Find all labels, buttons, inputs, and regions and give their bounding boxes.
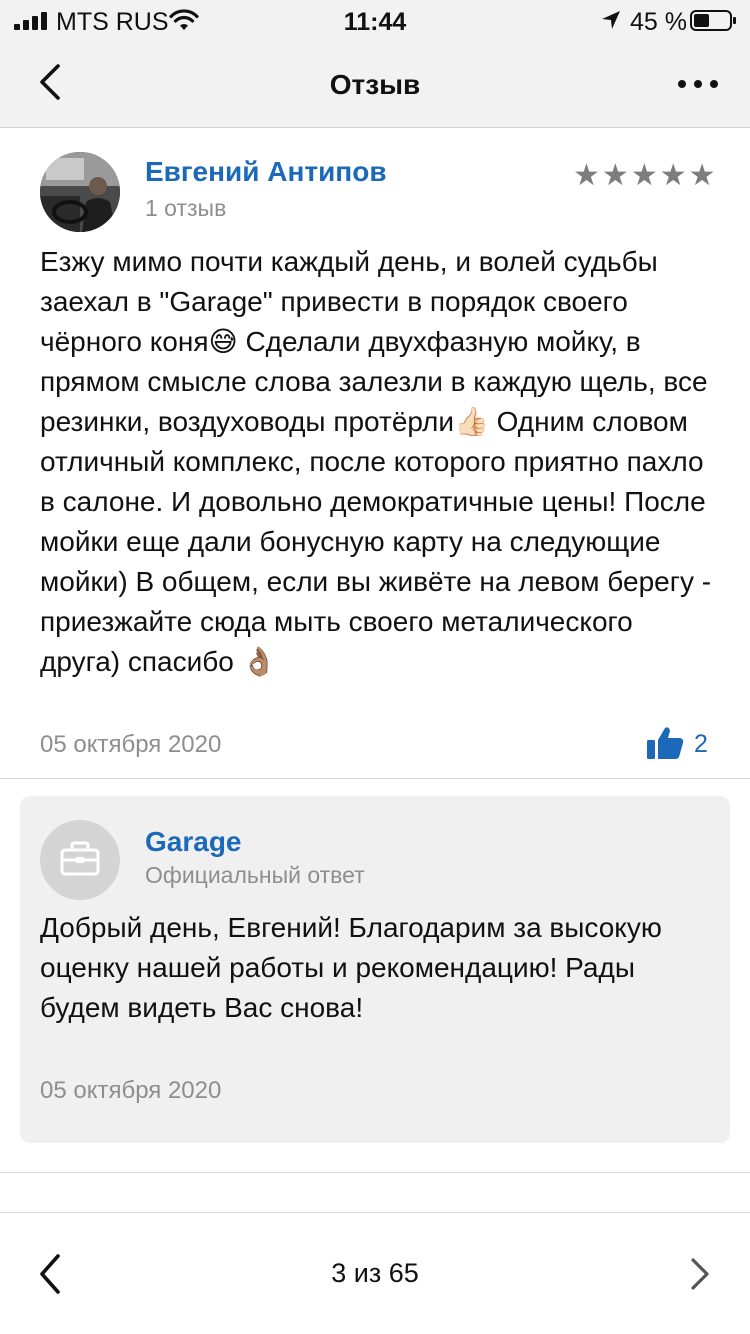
author-photo [40,152,120,232]
review-author-name[interactable]: Евгений Антипов [145,156,387,188]
star-icon: ★ [573,159,601,192]
battery-level-fill [694,14,710,27]
briefcase-icon [60,841,100,876]
official-reply-card: Garage Официальный ответ Добрый день, Ев… [20,796,730,1143]
divider [0,778,750,779]
star-icon: ★ [601,159,630,192]
review-date: 05 октября 2020 [40,731,222,758]
more-horizontal-icon[interactable] [672,68,724,98]
star-icon: ★ [630,159,659,192]
star-icon: ★ [659,159,688,192]
like-button[interactable]: 2 [646,724,716,764]
reply-text: Добрый день, Евгений! Благодарим за высо… [40,912,662,1023]
battery-icon [690,10,736,31]
like-count: 2 [694,730,708,758]
thumbs-up-icon [647,727,684,759]
navigation-bar: Отзыв [0,42,750,128]
page-title: Отзыв [329,69,421,100]
location-arrow-icon [602,11,620,29]
status-bar: MTS RUS 11:44 45 % [0,0,750,42]
divider [0,1172,750,1173]
author-review-count: 1 отзыв [145,195,227,221]
star-icon: ★ [688,159,717,192]
review-text: Езжу мимо почти каждый день, и волей суд… [40,246,712,677]
reply-date: 05 октября 2020 [40,1077,222,1104]
next-review-icon[interactable] [684,1254,714,1294]
battery-percent: 45 % [630,8,687,36]
pager-position: 3 из 65 [331,1258,419,1288]
author-avatar[interactable] [40,152,120,232]
business-avatar [40,820,120,900]
reply-business-name[interactable]: Garage [145,826,242,858]
rating-stars: ★★★★★ [572,158,717,193]
divider [0,1212,750,1213]
battery-cap [733,17,736,24]
reply-official-label: Официальный ответ [145,862,365,888]
